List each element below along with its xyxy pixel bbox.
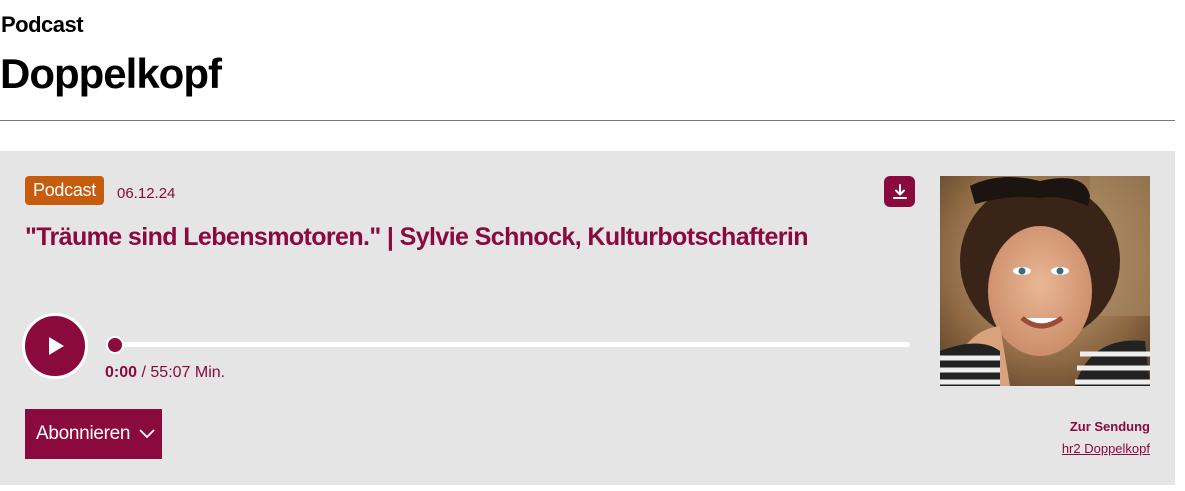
progress-handle[interactable] [106, 336, 124, 354]
show-label: Zur Sendung [1069, 419, 1150, 434]
show-link[interactable]: hr2 Doppelkopf [1062, 441, 1150, 456]
header-divider [0, 120, 1175, 121]
play-button[interactable] [22, 313, 88, 379]
podcast-badge: Podcast [25, 176, 104, 205]
section-eyebrow: Podcast [1, 12, 84, 37]
time-display: 0:00 / 55:07 Min. [105, 364, 225, 382]
download-icon [892, 183, 907, 199]
duration: 55:07 Min. [150, 364, 226, 381]
chevron-down-icon [139, 429, 155, 439]
page-title: Doppelkopf [0, 50, 222, 97]
episode-image [940, 176, 1150, 386]
episode-title[interactable]: "Träume sind Lebensmotoren." | Sylvie Sc… [25, 223, 885, 252]
episode-date: 06.12.24 [117, 185, 176, 202]
download-button[interactable] [884, 176, 915, 207]
episode-card: Podcast 06.12.24 "Träume sind Lebensmoto… [0, 151, 1175, 485]
time-separator: / [141, 364, 146, 381]
subscribe-label: Abonnieren [36, 423, 131, 444]
subscribe-button[interactable]: Abonnieren [25, 409, 162, 459]
play-icon [49, 337, 64, 355]
progress-track[interactable] [108, 342, 910, 347]
current-time: 0:00 [105, 364, 138, 381]
